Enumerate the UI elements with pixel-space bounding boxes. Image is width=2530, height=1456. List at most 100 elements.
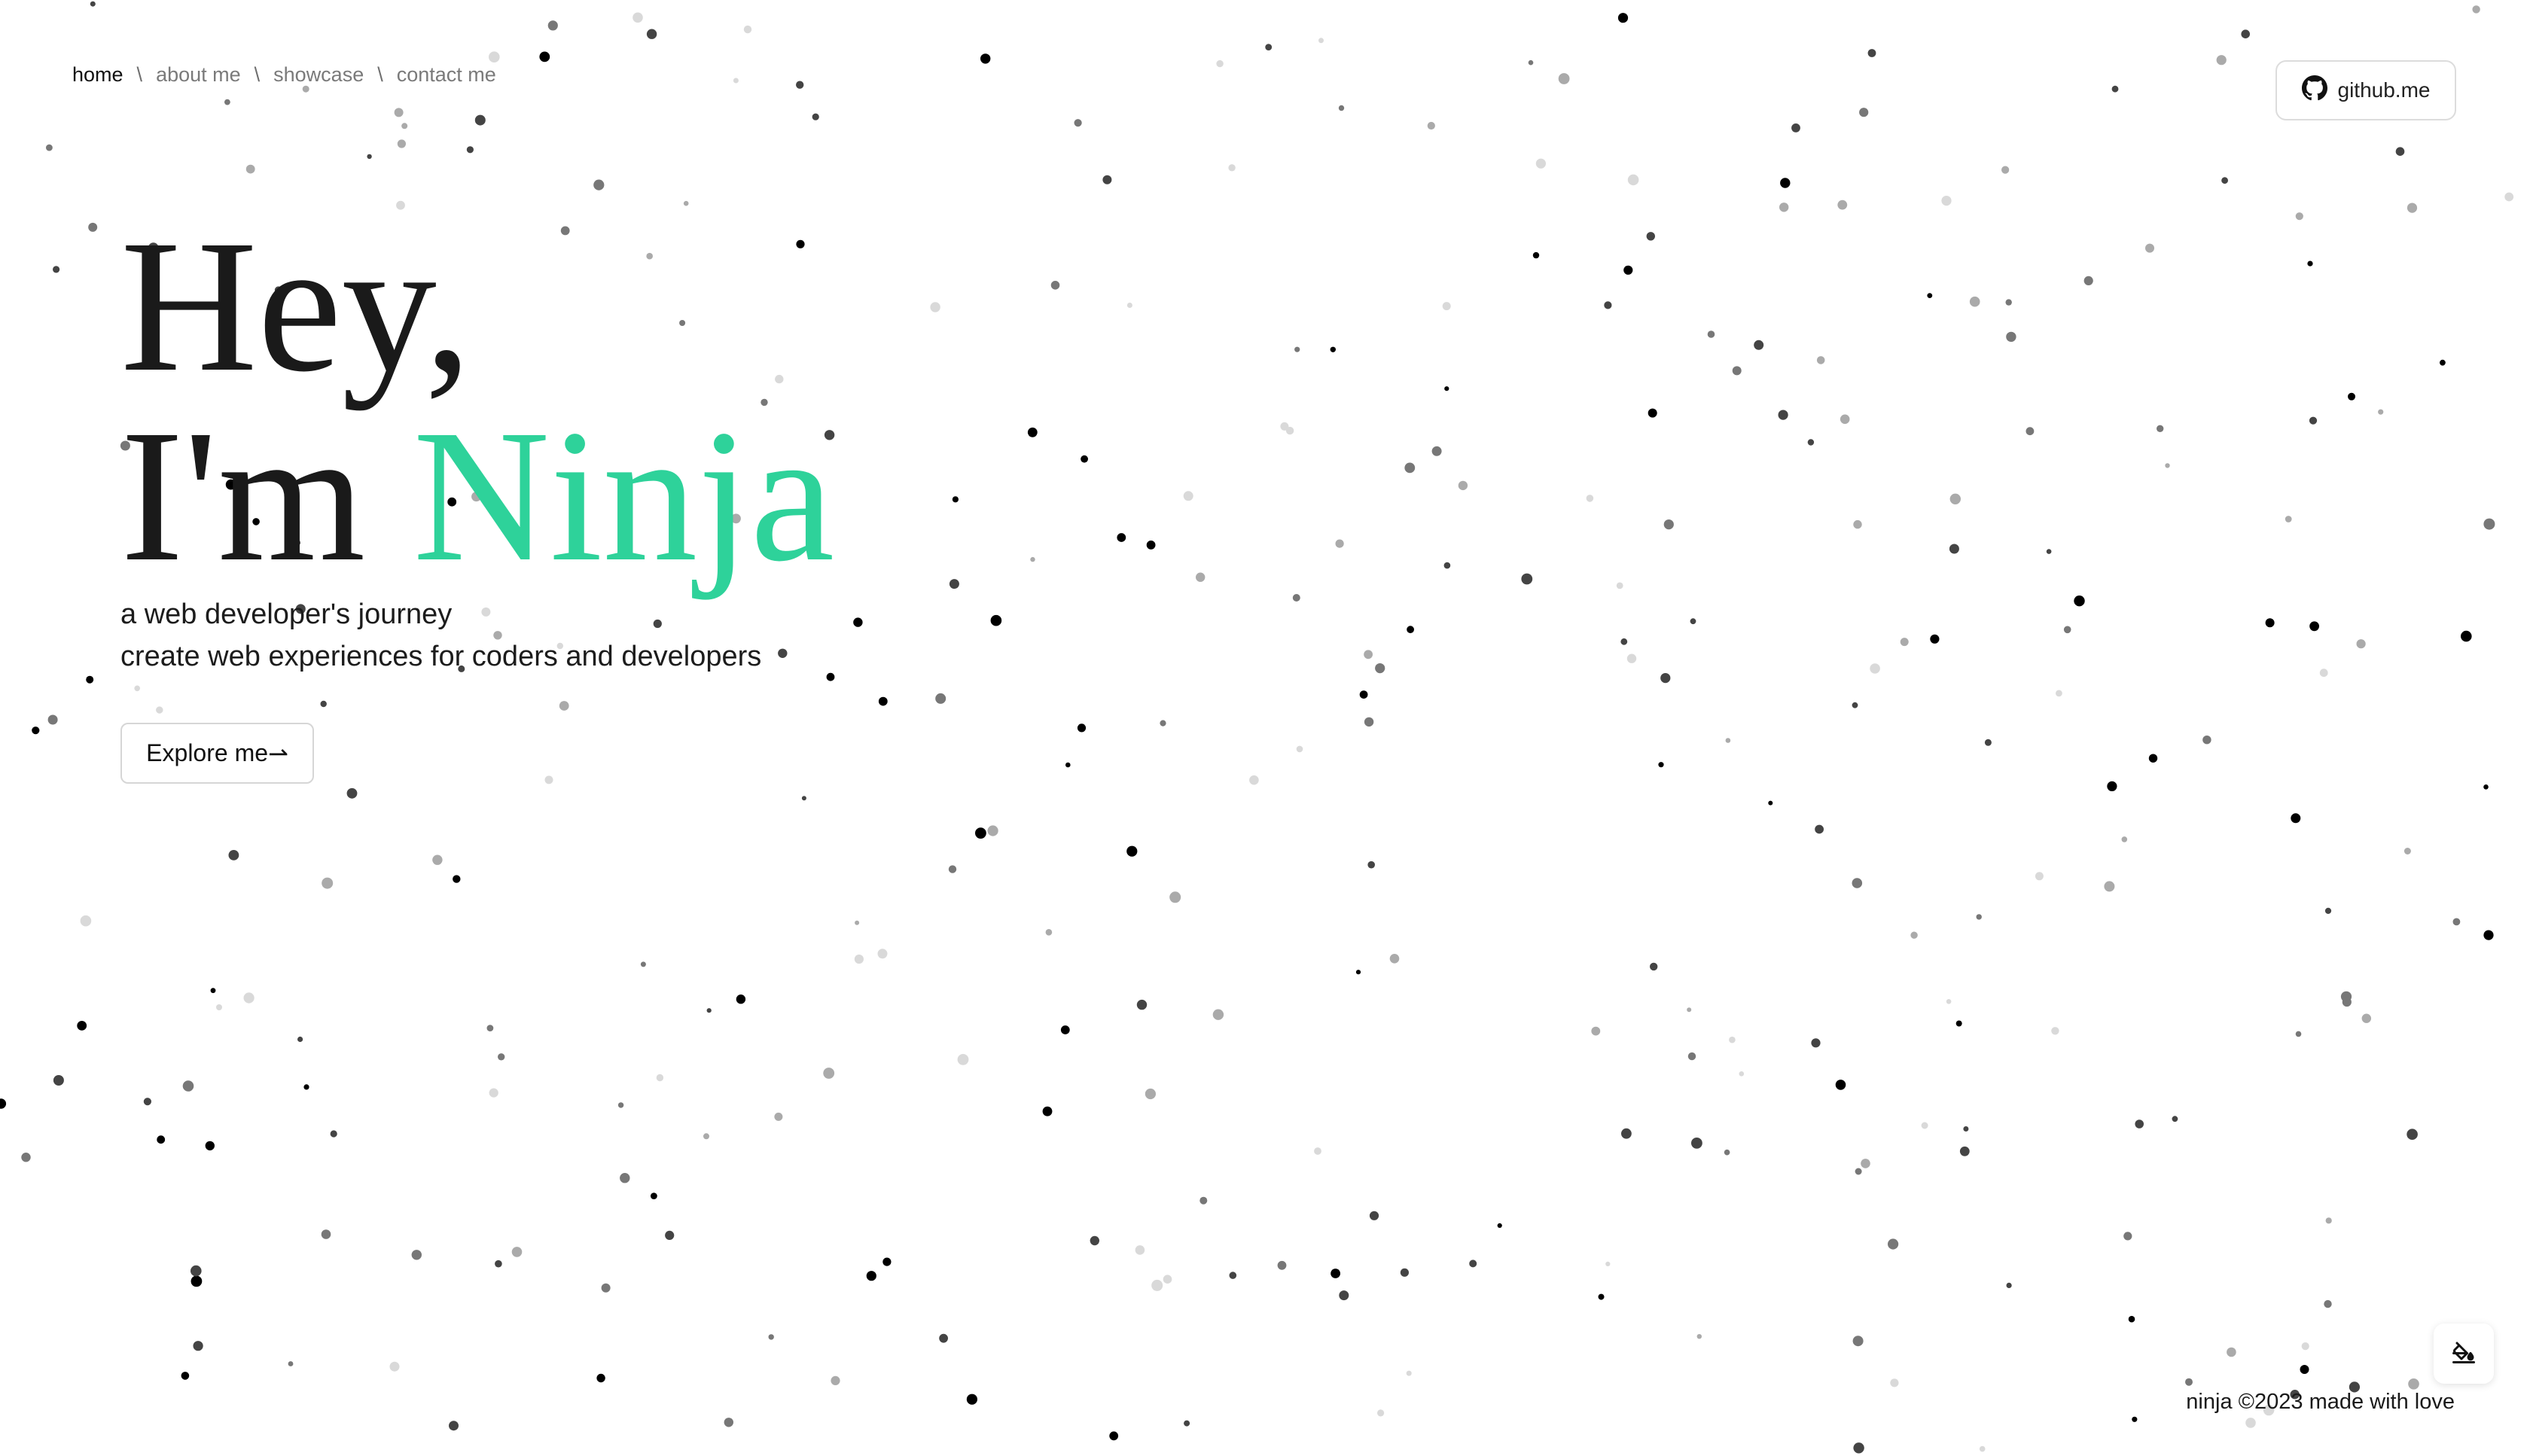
particle-dot <box>1558 73 1570 84</box>
particle-dot <box>939 1333 948 1343</box>
particle-dot <box>1941 196 1952 206</box>
particle-dot <box>432 854 443 865</box>
particle-dot <box>1292 594 1300 602</box>
nav-separator: \ <box>377 63 383 86</box>
particle-dot <box>1807 439 1815 446</box>
particle-dot <box>801 796 806 801</box>
particle-dot <box>2285 516 2292 522</box>
particle-dot <box>389 1361 400 1372</box>
particle-dot <box>143 1098 151 1106</box>
particle-dot <box>1623 265 1633 275</box>
particle-dot <box>1852 702 1858 708</box>
nav-showcase-link[interactable]: showcase <box>273 63 364 87</box>
particle-dot <box>2006 331 2016 343</box>
particle-dot <box>1183 491 1193 501</box>
particle-dot <box>1605 1261 1611 1266</box>
particle-dot <box>831 1375 840 1385</box>
particle-dot <box>930 302 940 312</box>
particle-dot <box>2227 1347 2236 1357</box>
particle-dot <box>449 1421 459 1431</box>
particle-dot <box>193 1341 203 1351</box>
particle-dot <box>216 1004 222 1010</box>
particle-dot <box>1355 970 1361 975</box>
particle-dot <box>2165 463 2170 468</box>
particle-dot <box>1739 1071 1745 1077</box>
particle-dot <box>2395 147 2405 156</box>
theme-toggle-button[interactable] <box>2434 1323 2494 1384</box>
particle-dot <box>134 685 140 692</box>
hero-intro: I'm <box>120 390 413 601</box>
particle-dot <box>1369 1211 1379 1220</box>
particle-dot <box>1660 673 1671 684</box>
particle-dot <box>401 123 408 129</box>
particle-dot <box>1443 562 1451 569</box>
particle-dot <box>703 1133 709 1140</box>
particle-dot <box>191 1275 203 1287</box>
hero-section: Hey, I'm Ninja a web developer's journey… <box>120 211 834 678</box>
particle-dot <box>2107 781 2117 791</box>
nav-about-link[interactable]: about me <box>156 63 241 87</box>
hero-tagline: create web experiences for coders and de… <box>120 641 762 672</box>
particle-dot <box>2056 690 2062 697</box>
particle-dot <box>1277 1260 1287 1270</box>
particle-dot <box>243 992 255 1004</box>
particle-dot <box>1074 119 1082 127</box>
particle-dot <box>1616 582 1623 589</box>
particle-dot <box>2123 1232 2132 1241</box>
particle-dot <box>1648 408 1657 418</box>
nav-contact-link[interactable]: contact me <box>397 63 496 87</box>
particle-dot <box>651 1193 657 1199</box>
particle-dot <box>2148 754 2158 763</box>
particle-dot <box>1946 999 1952 1004</box>
particle-dot <box>1497 1223 1502 1228</box>
particle-dot <box>2504 192 2514 202</box>
particle-dot <box>0 1098 7 1109</box>
particle-dot <box>466 146 474 154</box>
particle-dot <box>878 696 888 706</box>
particle-dot <box>1890 1378 1899 1387</box>
particle-dot <box>877 949 888 959</box>
particle-dot <box>1852 878 1863 888</box>
particle-dot <box>489 1088 498 1098</box>
particle-dot <box>1117 533 1126 542</box>
particle-dot <box>2361 1013 2371 1023</box>
particle-dot <box>1724 1149 1730 1156</box>
particle-dot <box>559 701 569 711</box>
particle-dot <box>1331 1269 1340 1278</box>
particle-dot <box>32 726 40 735</box>
particle-dot <box>1855 1168 1862 1175</box>
particle-dot <box>2309 621 2320 632</box>
particle-dot <box>1212 1009 1224 1020</box>
breadcrumb-nav: home \ about me \ showcase \ contact me <box>72 63 496 87</box>
particle-dot <box>2472 5 2480 14</box>
particle-dot <box>2001 166 2010 174</box>
particle-dot <box>486 1025 494 1031</box>
particle-dot <box>853 617 863 627</box>
github-button[interactable]: github.me <box>2275 60 2456 120</box>
particle-dot <box>1151 1279 1163 1291</box>
particle-dot <box>1707 330 1715 338</box>
particle-dot <box>1444 386 1449 391</box>
particle-dot <box>1853 519 1862 529</box>
particle-dot <box>706 1008 712 1013</box>
nav-home-link[interactable]: home <box>72 63 123 87</box>
particle-dot <box>2063 626 2071 634</box>
particle-dot <box>1404 462 1416 474</box>
particle-dot <box>2483 784 2489 790</box>
particle-dot <box>2035 872 2044 881</box>
particle-dot <box>1431 446 1442 456</box>
particle-dot <box>539 51 550 62</box>
particle-dot <box>1870 663 1880 674</box>
explore-button[interactable]: Explore me ⇀ <box>120 723 314 784</box>
particle-dot <box>1768 800 1773 806</box>
particle-dot <box>1663 519 1674 530</box>
particle-dot <box>1389 954 1400 964</box>
particle-dot <box>1330 346 1337 352</box>
particle-dot <box>46 144 53 151</box>
particle-dot <box>733 78 739 84</box>
particle-dot <box>2440 359 2446 366</box>
particle-dot <box>86 675 94 684</box>
particle-dot <box>1427 121 1435 130</box>
particle-dot <box>1030 556 1035 562</box>
particle-dot <box>2407 1129 2418 1140</box>
